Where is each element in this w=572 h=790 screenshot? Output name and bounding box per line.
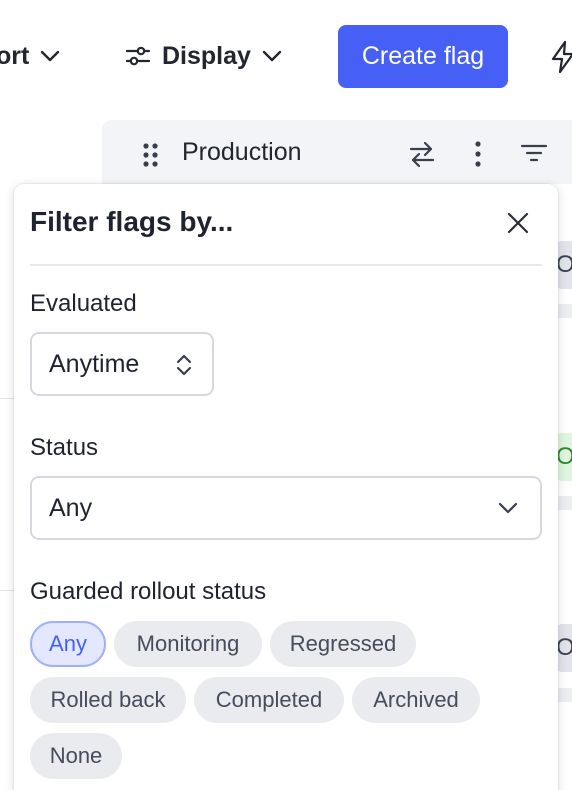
flag-status-toggle[interactable]: Off (556, 624, 572, 672)
sort-button[interactable]: ort (0, 38, 61, 74)
chevron-down-icon (41, 50, 60, 62)
chevron-down-icon (262, 50, 282, 62)
flag-status-toggle[interactable]: Off (556, 241, 572, 289)
filter-icon[interactable] (520, 142, 548, 164)
chip-regressed[interactable]: Regressed (270, 621, 416, 667)
sort-button-label: ort (0, 41, 30, 70)
status-select[interactable]: Any (30, 476, 542, 540)
filter-popover: Filter flags by... Evaluated Anytime Sta… (14, 184, 558, 790)
create-flag-button[interactable]: Create flag (338, 25, 508, 88)
evaluated-label: Evaluated (30, 290, 137, 317)
status-select-value: Any (49, 493, 93, 522)
filter-popover-title: Filter flags by... (30, 206, 234, 237)
chevron-up-down-icon (176, 354, 192, 376)
close-icon[interactable] (506, 211, 530, 235)
evaluated-select[interactable]: Anytime (30, 332, 214, 396)
more-options-icon[interactable] (474, 140, 482, 168)
display-button[interactable]: Display (124, 38, 283, 74)
evaluated-select-value: Anytime (49, 349, 140, 378)
flags-toolbar: ort Display Create flag (0, 0, 572, 112)
chip-any[interactable]: Any (30, 621, 106, 667)
status-label: Status (30, 434, 99, 461)
chip-rolled-back[interactable]: Rolled back (30, 677, 186, 723)
chip-monitoring[interactable]: Monitoring (114, 621, 262, 667)
create-flag-label: Create flag (361, 42, 485, 70)
guarded-rollout-label: Guarded rollout status (30, 578, 267, 605)
sliders-icon (125, 46, 151, 66)
row-bar (556, 304, 572, 318)
environment-header: Production (102, 120, 572, 184)
row-bar (556, 688, 572, 702)
chip-none[interactable]: None (30, 733, 122, 779)
flag-status-toggle[interactable]: On (556, 433, 572, 481)
chip-completed[interactable]: Completed (194, 677, 344, 723)
row-bar (556, 496, 572, 510)
display-button-label: Display (162, 41, 251, 70)
flags-page: ort Display Create flag Production O O O… (0, 0, 572, 790)
chip-archived[interactable]: Archived (352, 677, 480, 723)
chevron-down-icon (498, 502, 518, 514)
swap-arrows-icon[interactable] (408, 140, 436, 168)
drag-handle-icon[interactable] (142, 142, 160, 168)
divider (30, 264, 542, 266)
environment-name: Production (182, 138, 302, 166)
bolt-icon[interactable] (549, 40, 572, 74)
